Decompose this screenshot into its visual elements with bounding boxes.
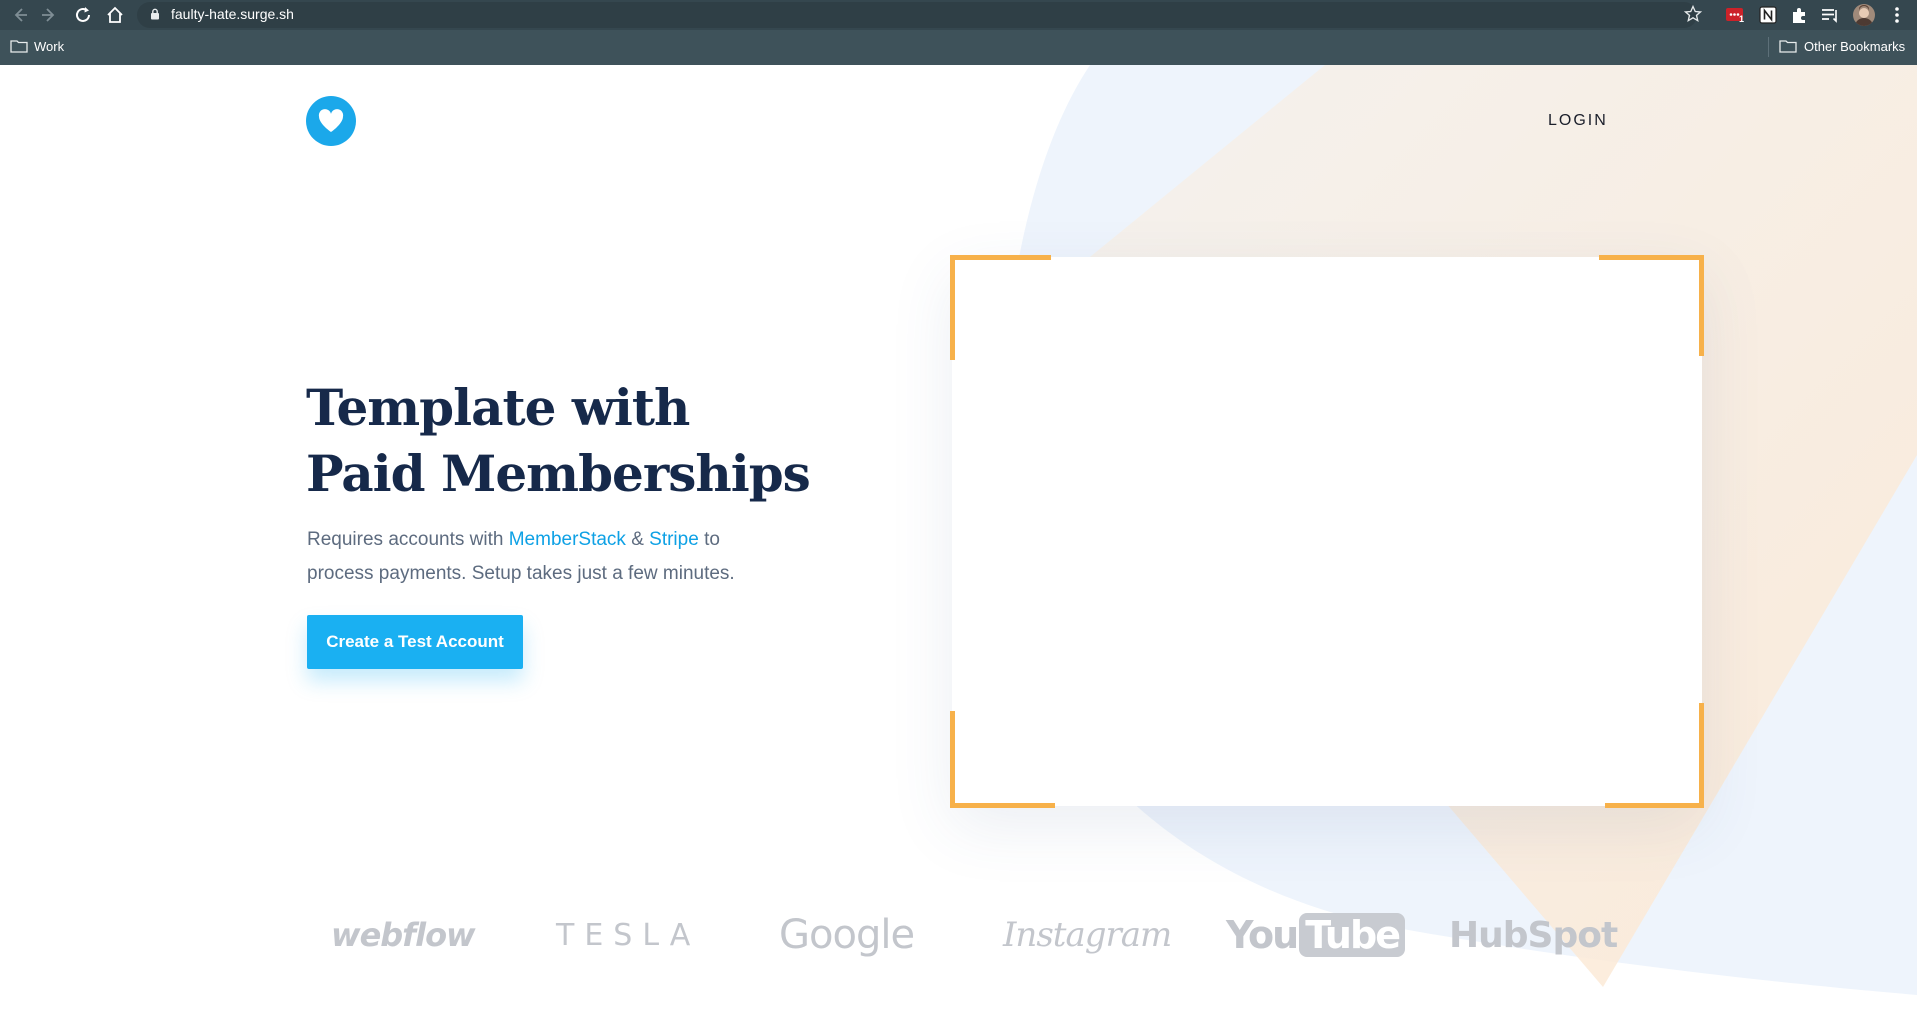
frame-corner-top-left	[950, 255, 1051, 360]
notion-extension-icon[interactable]	[1757, 4, 1779, 26]
arrow-right-icon	[42, 8, 55, 22]
folder-icon	[1779, 40, 1797, 53]
frame-corner-bottom-right	[1605, 703, 1704, 808]
youtube-logo-tube: Tube	[1299, 913, 1405, 957]
youtube-logo-you: You	[1226, 913, 1299, 957]
reading-list-icon[interactable]	[1819, 4, 1841, 26]
home-icon	[107, 6, 123, 23]
lock-icon	[151, 8, 159, 20]
forward-button[interactable]	[38, 3, 62, 27]
bookmarks-bar	[0, 30, 1917, 65]
bookmarks-separator	[1768, 37, 1769, 57]
back-button[interactable]	[7, 3, 31, 27]
stripe-link[interactable]: Stripe	[649, 529, 699, 550]
webflow-logo: webflow	[331, 916, 476, 954]
create-test-account-button[interactable]: Create a Test Account	[307, 615, 523, 669]
reload-button[interactable]	[71, 3, 95, 27]
frame-corner-bottom-left	[950, 711, 1055, 808]
folder-icon	[10, 40, 28, 53]
lastpass-extension-icon[interactable]: 1	[1724, 4, 1746, 26]
hero-subtext: Requires accounts with MemberStack & Str…	[307, 523, 767, 591]
web-page: LOGIN Template with Paid Memberships Req…	[0, 65, 1917, 1012]
google-logo: Google	[779, 912, 915, 958]
hubspot-logo: HubSpot	[1449, 914, 1618, 956]
login-link[interactable]: LOGIN	[1548, 112, 1608, 130]
profile-avatar[interactable]	[1853, 4, 1875, 26]
frame-corner-top-right	[1599, 255, 1704, 356]
url-text[interactable]: faulty-hate.surge.sh	[171, 6, 294, 22]
address-bar[interactable]	[137, 2, 1697, 28]
headline-line-2: Paid Memberships	[306, 444, 811, 503]
bookmark-folder-work[interactable]: Work	[34, 39, 64, 54]
instagram-logo: Instagram	[1003, 915, 1172, 955]
youtube-logo: You Tube	[1226, 905, 1405, 965]
browser-toolbar: faulty-hate.surge.sh 1	[0, 0, 1917, 30]
subtext-prefix: Requires accounts with	[307, 529, 509, 550]
memberstack-link[interactable]: MemberStack	[509, 529, 626, 550]
reload-icon	[76, 7, 90, 22]
extension-badge: 1	[1739, 14, 1745, 24]
hero-image-frame	[950, 255, 1704, 808]
home-button[interactable]	[103, 3, 127, 27]
hero-headline: Template with Paid Memberships	[306, 375, 906, 507]
heart-icon	[318, 109, 344, 132]
client-logos: webflow TESLA Google Instagram You Tube H…	[306, 905, 1618, 975]
headline-line-1: Template with	[306, 378, 690, 437]
bookmark-star-icon[interactable]	[1683, 4, 1703, 24]
bookmark-folder-other[interactable]: Other Bookmarks	[1804, 39, 1905, 54]
tesla-logo: TESLA	[556, 917, 701, 953]
site-logo[interactable]	[306, 96, 356, 146]
profile-photo-icon	[1855, 5, 1873, 26]
subtext-amp: &	[625, 529, 650, 550]
arrow-left-icon	[14, 8, 27, 22]
browser-menu-icon[interactable]	[1888, 5, 1906, 25]
extensions-puzzle-icon[interactable]	[1788, 4, 1810, 26]
